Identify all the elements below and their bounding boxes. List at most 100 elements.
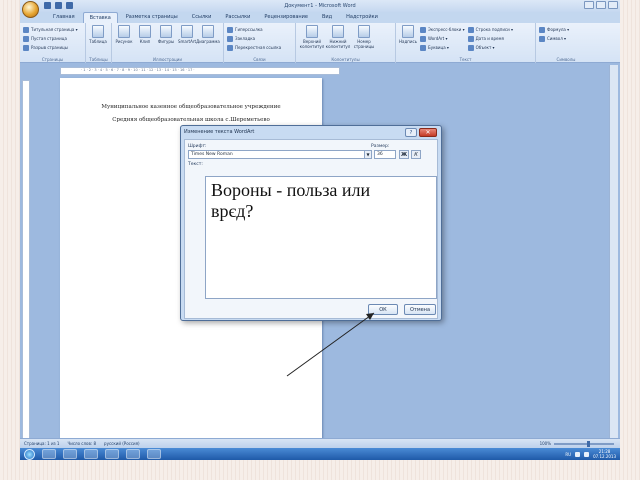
- bold-button[interactable]: Ж: [399, 150, 409, 159]
- taskbar-ie-button[interactable]: [42, 449, 56, 459]
- cover-page-icon: [23, 26, 29, 33]
- omega-icon: [539, 35, 545, 42]
- textbox-button[interactable]: Надпись: [399, 25, 417, 61]
- header-icon: [306, 25, 318, 38]
- close-window-button[interactable]: [608, 1, 618, 9]
- tab-review[interactable]: Рецензирование: [258, 12, 314, 23]
- zoom-slider[interactable]: [554, 440, 614, 447]
- tab-mailings[interactable]: Рассылки: [219, 12, 256, 23]
- symbol-button[interactable]: Символ ▾: [539, 34, 593, 43]
- italic-button[interactable]: К: [411, 150, 421, 159]
- footer-icon: [332, 25, 344, 38]
- wordart-text-input[interactable]: Вороны - польза или врєд?: [205, 176, 437, 299]
- chart-button[interactable]: Диаграмма: [196, 25, 220, 44]
- clock[interactable]: 21:28 07.12.2013: [593, 449, 616, 459]
- size-select[interactable]: 36: [374, 150, 396, 159]
- footer-button[interactable]: Нижний колонтитул: [326, 25, 350, 49]
- maximize-button[interactable]: [596, 1, 606, 9]
- ok-button[interactable]: ОК: [368, 304, 398, 315]
- system-tray: RU 21:28 07.12.2013: [565, 449, 620, 459]
- tab-home[interactable]: Главная: [47, 12, 81, 23]
- dialog-title: Изменение текста WordArt: [184, 129, 255, 135]
- vertical-scrollbar[interactable]: [609, 65, 618, 440]
- dropcap-button[interactable]: Буквица ▾: [420, 43, 465, 52]
- clipart-icon: [139, 25, 151, 38]
- hyperlink-button[interactable]: Гиперссылка: [227, 25, 292, 34]
- shapes-icon: [160, 25, 172, 38]
- taskbar: RU 21:28 07.12.2013: [20, 448, 620, 460]
- word-count[interactable]: Число слов: 8: [67, 441, 96, 446]
- window-title: Документ1 - Microsoft Word: [284, 3, 356, 9]
- smartart-button[interactable]: SmartArt: [178, 25, 196, 44]
- tab-references[interactable]: Ссылки: [186, 12, 218, 23]
- tab-view[interactable]: Вид: [316, 12, 338, 23]
- chevron-down-icon[interactable]: ▼: [364, 151, 371, 158]
- hyperlink-icon: [227, 26, 233, 33]
- network-icon[interactable]: [575, 451, 581, 457]
- minimize-button[interactable]: [584, 1, 594, 9]
- quick-parts-button[interactable]: Экспресс-блоки ▾: [420, 25, 465, 34]
- font-label: Шрифт:: [188, 144, 207, 149]
- volume-icon[interactable]: [584, 451, 590, 457]
- window-controls: [584, 1, 618, 9]
- blank-page-icon: [23, 35, 29, 42]
- page-break-button[interactable]: Разрыв страницы: [23, 43, 82, 52]
- dialog-close-button[interactable]: ✕: [419, 128, 437, 137]
- clipart-button[interactable]: Клип: [136, 25, 154, 44]
- text-label: Текст:: [188, 162, 203, 167]
- page-number-icon: [358, 25, 370, 38]
- vertical-ruler[interactable]: [22, 80, 30, 440]
- status-bar: Страница: 1 из 1 Число слов: 8 русский (…: [20, 438, 620, 448]
- tab-insert[interactable]: Вставка: [82, 12, 118, 23]
- cross-reference-button[interactable]: Перекрестная ссылка: [227, 43, 292, 52]
- ribbon-tabs: Главная Вставка Разметка страницы Ссылки…: [20, 12, 620, 23]
- zoom-knob[interactable]: [587, 440, 590, 447]
- picture-button[interactable]: Рисунок: [115, 25, 133, 44]
- taskbar-powerpoint-button[interactable]: [147, 449, 161, 459]
- table-button[interactable]: Таблица: [89, 25, 107, 44]
- wordart-button[interactable]: WordArt ▾: [420, 34, 465, 43]
- page-number-button[interactable]: Номер страницы: [354, 25, 374, 49]
- signature-line-button[interactable]: Строка подписи ▾: [467, 25, 513, 34]
- quick-parts-icon: [420, 26, 426, 33]
- chart-icon: [202, 25, 214, 38]
- taskbar-browser-button[interactable]: [105, 449, 119, 459]
- office-button[interactable]: [22, 1, 39, 18]
- page-count[interactable]: Страница: 1 из 1: [24, 441, 59, 446]
- slide-right-margin: [620, 0, 640, 480]
- pages-group: Титульная страница ▾ Пустая страница Раз…: [20, 23, 86, 63]
- taskbar-word-button[interactable]: [126, 449, 140, 459]
- start-button[interactable]: [24, 448, 35, 460]
- taskbar-media-button[interactable]: [84, 449, 98, 459]
- tab-page-layout[interactable]: Разметка страницы: [120, 12, 184, 23]
- shapes-button[interactable]: Фигуры: [157, 25, 175, 44]
- cover-page-button[interactable]: Титульная страница ▾: [23, 25, 82, 34]
- tab-addins[interactable]: Надстройки: [340, 12, 384, 23]
- group-label: Колонтитулы: [331, 57, 360, 62]
- header-button[interactable]: Верхний колонтитул: [300, 25, 324, 49]
- cancel-button[interactable]: Отмена: [404, 304, 436, 315]
- font-select[interactable]: Times New Roman ▼: [188, 150, 372, 159]
- zoom-level[interactable]: 100%: [540, 441, 551, 446]
- group-label: Страницы: [41, 57, 64, 62]
- wordart-icon: [420, 35, 426, 42]
- horizontal-ruler[interactable]: · 1 · 2 · 3 · 4 · 5 · 6 · 7 · 8 · 9 · 10…: [60, 67, 340, 75]
- equation-button[interactable]: Формула ▾: [539, 25, 593, 34]
- taskbar-explorer-button[interactable]: [63, 449, 77, 459]
- group-label: Связи: [253, 57, 266, 62]
- help-button[interactable]: ?: [405, 128, 417, 137]
- language-indicator[interactable]: русский (Россия): [104, 441, 140, 446]
- bookmark-button[interactable]: Закладка: [227, 34, 292, 43]
- smartart-icon: [181, 25, 193, 38]
- keyboard-language[interactable]: RU: [565, 452, 571, 457]
- group-label: Символы: [556, 57, 576, 62]
- slide-left-margin: [0, 0, 20, 480]
- group-label: Иллюстрации: [153, 57, 182, 62]
- blank-page-button[interactable]: Пустая страница: [23, 34, 82, 43]
- object-button[interactable]: Объект ▾: [467, 43, 513, 52]
- date-time-button[interactable]: Дата и время: [467, 34, 513, 43]
- date-time-icon: [467, 35, 474, 42]
- object-icon: [467, 44, 474, 51]
- cross-reference-icon: [227, 44, 233, 51]
- textbox-icon: [402, 25, 414, 38]
